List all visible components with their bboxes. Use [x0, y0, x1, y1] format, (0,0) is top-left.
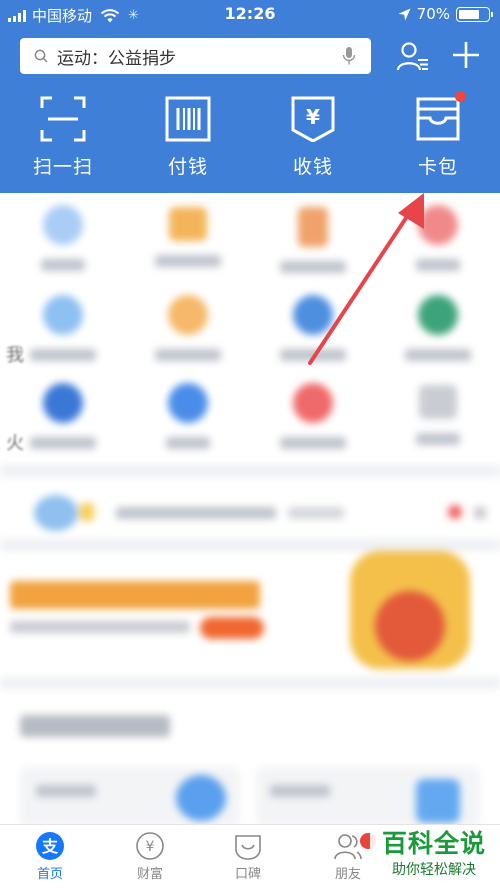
- annotation-arrow-icon: [308, 193, 424, 365]
- battery-icon: [456, 6, 493, 22]
- tab-koubei[interactable]: 口碑: [198, 831, 298, 882]
- microphone-icon[interactable]: [341, 46, 357, 66]
- grid-app-9[interactable]: [8, 383, 118, 449]
- pay-button[interactable]: 付钱: [133, 96, 243, 186]
- pay-label: 付钱: [167, 156, 208, 178]
- grid-app-12[interactable]: [383, 383, 493, 445]
- svg-text:支: 支: [41, 837, 59, 856]
- koubei-icon: [235, 835, 261, 860]
- contacts-icon[interactable]: [396, 40, 430, 72]
- card-wallet-icon: [416, 97, 460, 141]
- grid-app-1[interactable]: [8, 205, 118, 271]
- divider-3: [0, 677, 500, 689]
- watermark-title: 百科全说: [381, 829, 486, 858]
- receive-money-icon: ¥: [291, 96, 335, 142]
- battery-percent: 70%: [416, 5, 450, 23]
- watermark-subtitle: 助你轻松解决: [392, 862, 476, 878]
- partial-label-left-1: 我: [6, 345, 24, 366]
- wealth-icon: ¥: [136, 832, 164, 860]
- tab-koubei-label: 口碑: [234, 867, 261, 882]
- tab-home[interactable]: 支 首页: [0, 831, 100, 882]
- tab-wealth[interactable]: ¥ 财富: [100, 831, 200, 882]
- search-bar[interactable]: [20, 38, 371, 74]
- tab-home-label: 首页: [36, 867, 63, 882]
- notice-strip[interactable]: [20, 491, 500, 535]
- card-wallet-label: 卡包: [417, 156, 458, 178]
- divider-1: [0, 465, 500, 477]
- site-watermark: 百科全说 助你轻松解决: [370, 828, 498, 886]
- card-wallet-badge: [455, 91, 466, 102]
- promo-banner[interactable]: [0, 551, 500, 671]
- plus-icon[interactable]: [452, 41, 480, 69]
- receive-money-label: 收钱: [292, 156, 333, 178]
- home-header: 中国移动 ✳ 12:26 70% 运动：公益捐步 扫一扫 付钱 ¥ 收钱 卡包: [0, 0, 500, 193]
- status-right: 70%: [398, 5, 493, 23]
- status-bar: 中国移动 ✳ 12:26 70%: [0, 0, 500, 30]
- friends-icon: [334, 834, 362, 860]
- receive-money-button[interactable]: ¥ 收钱: [258, 96, 368, 186]
- svg-text:¥: ¥: [306, 105, 320, 129]
- location-arrow-icon: [398, 8, 411, 20]
- divider-2: [0, 539, 500, 551]
- grid-app-10[interactable]: [133, 383, 243, 449]
- tab-wealth-label: 财富: [136, 867, 163, 882]
- grid-app-6[interactable]: [133, 295, 243, 361]
- search-icon: [34, 49, 48, 63]
- home-alipay-icon: 支: [36, 832, 64, 860]
- tab-friends-label: 朋友: [334, 867, 361, 882]
- search-input[interactable]: [57, 46, 341, 66]
- scan-label: 扫一扫: [32, 156, 93, 178]
- scan-button[interactable]: 扫一扫: [8, 96, 118, 186]
- partial-label-left-2: 火: [6, 433, 24, 454]
- pay-code-icon: [165, 96, 211, 142]
- grid-app-11[interactable]: [258, 383, 368, 449]
- recommend-section[interactable]: [0, 693, 500, 824]
- card-wallet-button[interactable]: 卡包: [383, 96, 493, 186]
- svg-text:¥: ¥: [146, 839, 155, 855]
- grid-app-2[interactable]: [133, 205, 243, 267]
- grid-app-5[interactable]: [8, 295, 118, 361]
- scan-icon: [40, 96, 86, 142]
